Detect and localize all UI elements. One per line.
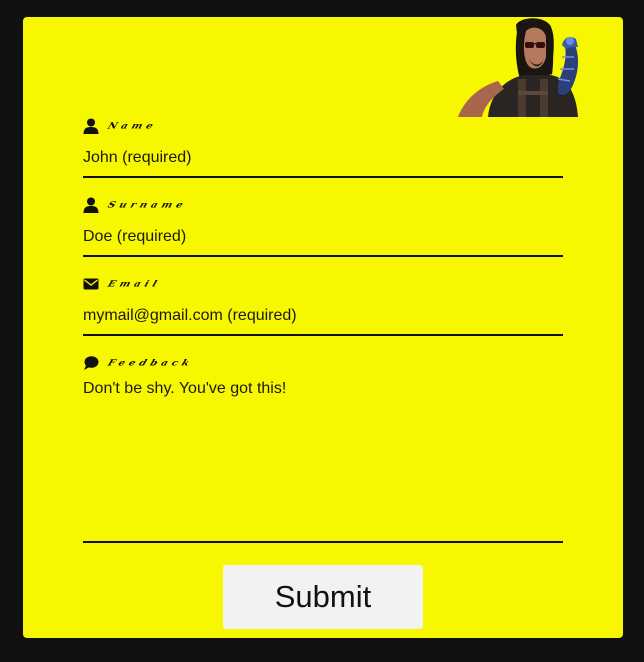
email-label: Email — [83, 274, 563, 294]
submit-button[interactable]: Submit — [223, 565, 423, 629]
name-field: Name — [83, 116, 563, 178]
feedback-label-text: Feedback — [106, 358, 195, 368]
envelope-icon — [83, 278, 99, 290]
surname-label: Surname — [83, 195, 563, 215]
surname-label-text: Surname — [106, 200, 189, 210]
surname-field: Surname — [83, 195, 563, 257]
email-label-text: Email — [106, 279, 162, 289]
comment-icon — [84, 356, 99, 370]
email-input[interactable] — [83, 294, 563, 336]
feedback-field: Feedback — [83, 353, 563, 543]
feedback-textarea[interactable] — [83, 373, 563, 543]
feedback-label: Feedback — [83, 353, 563, 373]
name-input[interactable] — [83, 136, 563, 178]
user-icon — [83, 118, 99, 134]
surname-input[interactable] — [83, 215, 563, 257]
name-label: Name — [83, 116, 563, 136]
user-icon — [83, 197, 99, 213]
email-field: Email — [83, 274, 563, 336]
name-label-text: Name — [106, 121, 159, 131]
feedback-form-card: Name Surname Email — [23, 17, 623, 638]
character-portrait — [458, 18, 578, 117]
